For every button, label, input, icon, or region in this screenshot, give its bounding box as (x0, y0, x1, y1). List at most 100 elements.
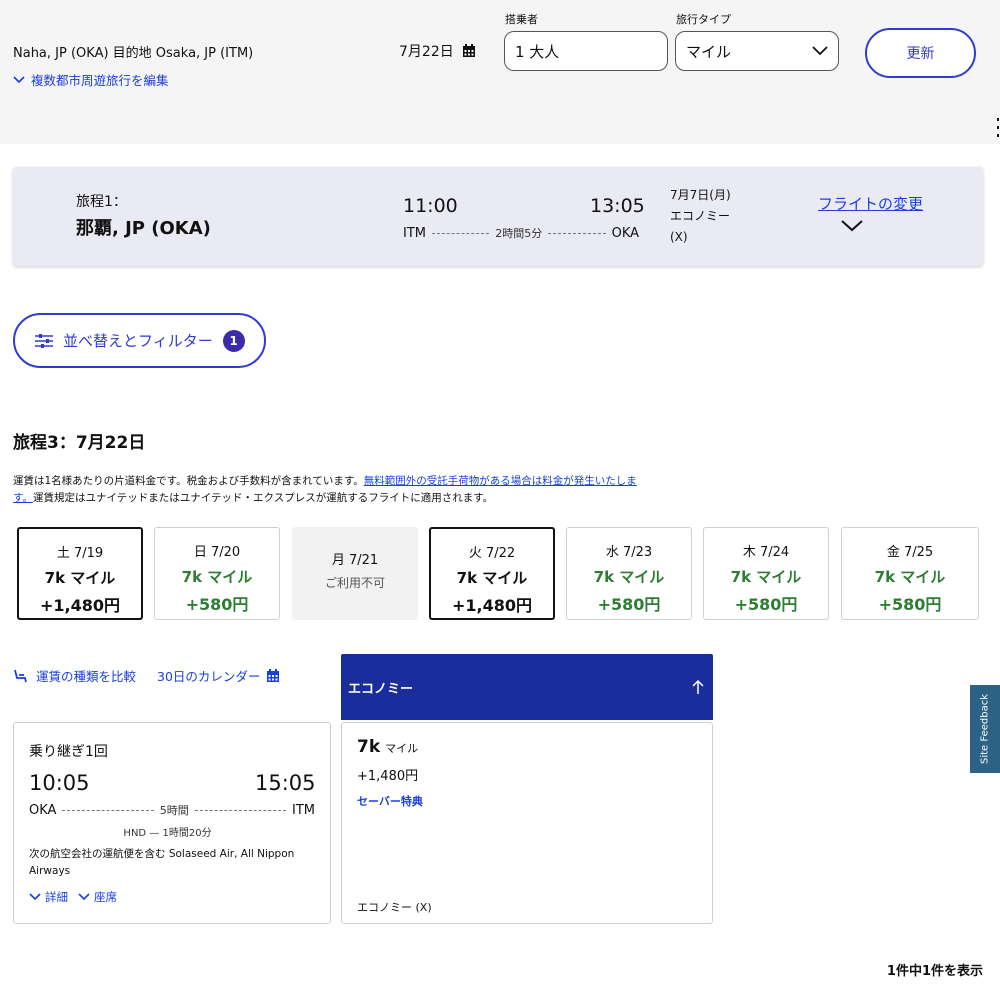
itinerary-1-route: ITM 2時間5分 OKA (403, 225, 639, 241)
baggage-fee-link[interactable]: 無料範囲外の受託手荷物がある場合は料金が発生いたしま (364, 475, 637, 487)
chevron-down-icon (78, 893, 90, 901)
passengers-field[interactable]: 1 大人 (504, 31, 668, 71)
itinerary-1-date: 7月7日(月) (670, 188, 731, 202)
trip-type-select[interactable]: マイル (675, 31, 839, 71)
date-cell-selected[interactable]: 火 7/22 7k マイル +1,480円 (429, 527, 555, 620)
itinerary-1-depart-time: 11:00 (403, 195, 458, 217)
date-cell-day: 月 7/21 (331, 553, 379, 568)
result-to: ITM (292, 802, 316, 818)
date-cell[interactable]: 金 7/25 7k マイル +580円 (841, 527, 979, 620)
date-cell-day: 土 7/19 (56, 546, 104, 561)
itinerary-1-details: 7月7日(月) エコノミー (X) (670, 185, 731, 248)
date-cell-price: +1,480円 (39, 596, 121, 615)
date-cell-price: +580円 (597, 595, 661, 614)
stops-label: 乗り継ぎ1回 (29, 744, 108, 760)
operated-by: 次の航空会社の運航便を含む Solaseed Air, All Nippon A… (29, 848, 295, 877)
date-cell-price: +1,480円 (451, 596, 533, 615)
filter-count-badge: 1 (222, 329, 245, 352)
date-cell-unavailable-label: ご利用不可 (324, 576, 385, 590)
update-button[interactable]: 更新 (865, 28, 976, 78)
route-summary: Naha, JP (OKA) 目的地 Osaka, JP (ITM) (13, 46, 254, 61)
result-duration: 5時間 (159, 804, 189, 817)
economy-cabin-label: エコノミー (X) (357, 901, 432, 914)
itinerary-1-cabin: エコノミー (670, 209, 731, 223)
result-arrive-time: 15:05 (255, 771, 316, 795)
date-cell[interactable]: 土 7/19 7k マイル +1,480円 (17, 527, 143, 620)
result-depart-time: 10:05 (29, 771, 90, 795)
fare-note-suffix: 運賃規定はユナイテッドまたはユナイテッド・エクスプレスが運航するフライトに適用さ… (32, 492, 494, 504)
passengers-label: 搭乗者 (505, 13, 538, 26)
date-selector[interactable]: 7月22日 (399, 41, 476, 61)
date-cell[interactable]: 木 7/24 7k マイル +580円 (703, 527, 829, 620)
economy-miles: 7k マイル (357, 737, 418, 757)
itinerary-1-arrive-time: 13:05 (590, 195, 645, 217)
date-cell-day: 日 7/20 (193, 545, 241, 560)
chevron-down-icon (812, 46, 828, 56)
route-line (548, 232, 606, 234)
itinerary-1-duration: 2時間5分 (495, 227, 543, 240)
date-cell-price: +580円 (734, 595, 798, 614)
date-cell-day: 水 7/23 (605, 545, 653, 560)
saver-award-label: セーバー特典 (357, 795, 423, 808)
itinerary-3-title: 旅程3：7月22日 (13, 433, 146, 453)
calendar-icon (267, 668, 280, 682)
compare-fares-label: 運賃の種類を比較 (36, 669, 137, 684)
date-cell-miles: 7k マイル (593, 568, 665, 586)
economy-column-header[interactable]: エコノミー (341, 654, 713, 720)
sort-filter-button[interactable]: 並べ替えとフィルター 1 (13, 313, 266, 368)
date-cell-day: 金 7/25 (886, 545, 934, 560)
route-line (62, 809, 154, 811)
route-line (194, 809, 287, 811)
itinerary-1-city: 那覇, JP (OKA) (76, 218, 211, 239)
date-cell-miles: 7k マイル (874, 568, 946, 586)
route-line (432, 232, 490, 234)
trip-type-value: マイル (686, 42, 732, 61)
site-feedback-tab[interactable]: Site Feedback (970, 685, 1000, 773)
sliders-icon (35, 333, 53, 348)
result-route: OKA 5時間 ITM (29, 802, 315, 818)
economy-miles-unit: マイル (385, 742, 419, 755)
economy-header-label: エコノミー (348, 681, 414, 697)
trip-type-label: 旅行タイプ (676, 13, 731, 26)
date-cell-miles: 7k マイル (730, 568, 802, 586)
chevron-down-icon (13, 75, 25, 83)
chevron-down-icon[interactable] (840, 219, 864, 233)
economy-price: +1,480円 (357, 769, 419, 784)
calendar-30-link[interactable]: 30日のカレンダー (157, 666, 280, 685)
calendar-icon (462, 44, 475, 57)
compare-fares-link[interactable]: 運賃の種類を比較 (13, 666, 136, 685)
itinerary-1-to: OKA (611, 225, 640, 241)
date-cell[interactable]: 日 7/20 7k マイル +580円 (154, 527, 280, 620)
arrow-up-icon (692, 679, 704, 694)
seat-icon (14, 669, 27, 682)
itinerary-1-label: 旅程1： (76, 194, 127, 210)
date-cell-day: 火 7/22 (468, 546, 516, 561)
edit-multicity-link[interactable]: 複数都市周遊旅行を編集 (13, 70, 169, 89)
date-cell-price: +580円 (185, 595, 249, 614)
date-cell-miles: 7k マイル (44, 569, 116, 587)
passengers-value: 1 大人 (515, 42, 560, 61)
date-cell-unavailable: 月 7/21 ご利用不可 (292, 527, 418, 620)
result-from: OKA (29, 802, 57, 818)
date-cell-price: +580円 (878, 595, 942, 614)
date-cell-day: 木 7/24 (742, 545, 790, 560)
sort-filter-label: 並べ替えとフィルター (63, 332, 213, 350)
seats-toggle[interactable]: 座席 (78, 889, 117, 905)
chevron-down-icon (29, 893, 41, 901)
layover-info: HND — 1時間20分 (123, 828, 212, 839)
date-cell-miles: 7k マイル (181, 568, 253, 586)
calendar-30-label: 30日のカレンダー (157, 669, 261, 684)
results-count: 1件中1件を表示 (886, 964, 983, 979)
seats-label: 座席 (94, 890, 117, 904)
fare-note-prefix: 運賃は1名様あたりの片道料金です。税金および手数料が含まれています。 (13, 475, 364, 487)
selected-date: 7月22日 (399, 44, 454, 60)
baggage-fee-link-end[interactable]: す。 (13, 492, 33, 504)
details-label: 詳細 (45, 890, 68, 904)
fare-note: 運賃は1名様あたりの片道料金です。税金および手数料が含まれています。無料範囲外の… (13, 473, 703, 507)
edit-multicity-label: 複数都市周遊旅行を編集 (31, 73, 169, 88)
details-toggle[interactable]: 詳細 (29, 889, 68, 905)
date-cell[interactable]: 水 7/23 7k マイル +580円 (566, 527, 692, 620)
itinerary-1-cabin-code: (X) (670, 230, 688, 244)
change-flight-link[interactable]: フライトの変更 (818, 193, 923, 214)
itinerary-1-from: ITM (403, 225, 426, 241)
